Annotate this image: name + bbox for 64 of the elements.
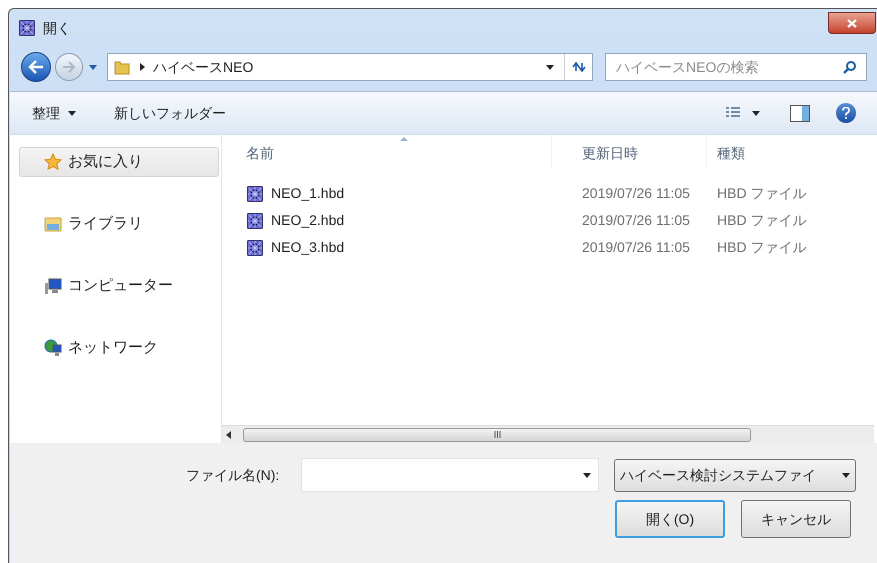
search-field[interactable]: ハイベースNEOの検索 [605,53,867,81]
scrollbar-thumb[interactable] [243,428,751,442]
file-row[interactable]: NEO_1.hbd 2019/07/26 11:05 HBD ファイル [222,180,877,207]
close-button[interactable] [828,12,876,34]
help-button[interactable] [836,103,856,123]
sort-arrow-icon [400,137,408,141]
file-icon [247,186,263,202]
caret-icon [583,473,591,478]
preview-pane-button[interactable] [790,104,810,122]
file-icon [247,212,263,228]
caret-icon [68,110,76,116]
pane-icon [802,106,809,120]
new-folder-button[interactable]: 新しいフォルダー [114,102,226,124]
file-type-dropdown[interactable]: ハイベース検討システムファイ [614,458,856,492]
filename-label: ファイル名(N): [186,466,280,485]
right-arrow-icon [62,61,76,73]
dialog-button[interactable]: キャンセル [741,500,851,538]
file-icon [247,240,263,256]
view-menu[interactable] [726,107,760,119]
caret-icon [546,64,554,70]
file-type: HBD ファイル [716,211,806,230]
modified-date: 2019/07/26 11:05 [581,211,691,230]
organize-menu[interactable]: 整理 [32,102,76,124]
horizontal-scrollbar[interactable] [222,425,874,443]
chevron-icon [140,63,145,71]
back-button[interactable] [21,52,51,82]
app-icon [19,20,35,36]
address-path: ハイベースNEO [153,58,254,76]
sidebar-item[interactable]: ライブラリ [19,209,219,239]
close-icon [847,18,857,28]
filename-field[interactable] [301,458,599,492]
computer-icon [44,278,62,294]
file-name: NEO_2.hbd [271,211,344,230]
search-icon [843,60,857,74]
left-arrow-icon [226,430,231,438]
file-type: HBD ファイル [716,184,806,203]
star-icon [44,153,62,171]
file-name: NEO_1.hbd [271,184,344,203]
sidebar-item[interactable]: お気に入り [19,147,219,177]
caret-icon [752,110,760,116]
folder-icon [114,59,130,75]
list-view-icon [726,107,742,119]
caret-icon [89,64,97,70]
sidebar-item[interactable]: コンピューター [19,271,219,301]
file-row[interactable]: NEO_2.hbd 2019/07/26 11:05 HBD ファイル [222,207,877,234]
help-icon [842,107,850,119]
window-title: 開く [43,18,71,38]
column-header[interactable]: 更新日時 [552,135,707,169]
column-header[interactable]: 種類 [707,135,877,169]
modified-date: 2019/07/26 11:05 [581,238,691,257]
file-row[interactable]: NEO_3.hbd 2019/07/26 11:05 HBD ファイル [222,234,877,261]
modified-date: 2019/07/26 11:05 [581,184,691,203]
left-arrow-icon [28,60,44,74]
address-bar[interactable]: ハイベースNEO [107,53,593,81]
sidebar-item[interactable]: ネットワーク [19,333,219,363]
file-name: NEO_3.hbd [271,238,344,257]
grip-icon [494,431,500,438]
library-icon [44,216,62,232]
network-icon [44,339,62,357]
file-type: HBD ファイル [716,238,806,257]
refresh-icon [570,60,586,74]
caret-icon [842,472,850,478]
column-header[interactable]: 名前 [222,135,552,169]
dialog-button[interactable]: 開く(O) [615,500,725,538]
